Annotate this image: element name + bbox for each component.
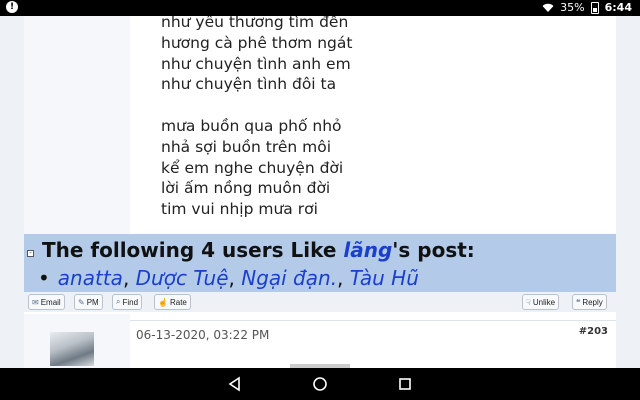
post-author-link[interactable]: lãng bbox=[343, 238, 392, 262]
bullet-icon: • bbox=[38, 266, 50, 290]
poem-line: mưa buồn qua phố nhỏ bbox=[161, 116, 342, 135]
user-link-ngai-dan[interactable]: Ngại đạn. bbox=[241, 266, 337, 290]
battery-icon bbox=[590, 1, 599, 14]
find-button[interactable]: ⌕ Find bbox=[112, 294, 143, 310]
battery-percent: 35% bbox=[560, 1, 585, 14]
poem-line: kể em nghe chuyện đời bbox=[161, 158, 344, 177]
user-link-tau-hu[interactable]: Tàu Hũ bbox=[350, 266, 419, 290]
poem-line: nhả sợi buồn trên môi bbox=[161, 137, 332, 156]
post-author-column bbox=[24, 314, 130, 368]
pm-button[interactable]: ✎ PM bbox=[74, 294, 103, 310]
next-post: 06-13-2020, 03:22 PM #203 bbox=[24, 314, 616, 368]
recent-apps-icon[interactable] bbox=[397, 376, 413, 392]
email-button-label: Email bbox=[40, 297, 61, 307]
poem-line: như chuyện tình đôi ta bbox=[161, 75, 337, 94]
page-margin-left bbox=[0, 16, 24, 368]
navigation-bar bbox=[0, 368, 640, 400]
post-message: như yêu thương tìm đến hương cà phê thơm… bbox=[161, 16, 352, 220]
poem-line: lời ấm nồng muôn đời bbox=[161, 179, 331, 198]
unlike-button[interactable]: ☟ Unlike bbox=[522, 294, 560, 310]
collapse-toggle-icon[interactable]: - bbox=[27, 250, 34, 257]
likes-title: The following 4 users Like lãng's post: bbox=[42, 238, 475, 262]
post-button-row: ✉ Email ✎ PM ⌕ Find ☝ Rate ☟ Unlike ❝ Reply bbox=[24, 292, 616, 312]
clock: 6:44 bbox=[604, 1, 632, 14]
post-header-divider bbox=[130, 320, 616, 321]
thumb-icon: ☝ bbox=[158, 297, 168, 307]
post-body: như yêu thương tìm đến hương cà phê thơm… bbox=[24, 16, 616, 234]
thumb-down-icon: ☟ bbox=[526, 297, 531, 307]
envelope-icon: ✉ bbox=[32, 297, 39, 307]
magnifier-icon: ⌕ bbox=[116, 297, 121, 306]
user-link-anatta[interactable]: anatta bbox=[58, 266, 123, 290]
user-link-duoc-tue[interactable]: Dược Tuệ bbox=[136, 266, 229, 290]
back-icon[interactable] bbox=[227, 376, 243, 392]
email-button[interactable]: ✉ Email bbox=[28, 294, 65, 310]
home-icon[interactable] bbox=[312, 376, 328, 392]
message-icon: ✎ bbox=[78, 297, 85, 307]
post-date: 06-13-2020, 03:22 PM bbox=[136, 328, 270, 342]
unlike-button-label: Unlike bbox=[532, 297, 556, 307]
find-button-label: Find bbox=[122, 297, 139, 307]
status-bar: ! 35% 6:44 bbox=[0, 0, 640, 16]
pm-button-label: PM bbox=[86, 297, 99, 307]
reply-button-label: Reply bbox=[582, 297, 603, 307]
stanza-gap bbox=[161, 95, 352, 116]
forum-page: như yêu thương tìm đến hương cà phê thơm… bbox=[0, 16, 640, 368]
notification-icon: ! bbox=[6, 1, 18, 13]
likes-suffix: 's post: bbox=[392, 238, 475, 262]
post-number-link[interactable]: #203 bbox=[579, 326, 608, 337]
poem-line: như yêu thương tìm đến bbox=[161, 16, 349, 31]
speech-bubble-icon: ❝ bbox=[576, 297, 581, 307]
rate-button-label: Rate bbox=[169, 297, 187, 307]
poem-line: tim vui nhịp mưa rơi bbox=[161, 200, 318, 219]
rate-button[interactable]: ☝ Rate bbox=[154, 294, 191, 310]
reply-button[interactable]: ❝ Reply bbox=[572, 294, 607, 310]
post-author-column bbox=[24, 16, 130, 234]
wifi-icon bbox=[542, 3, 554, 12]
avatar[interactable] bbox=[50, 332, 94, 366]
likes-user-list: • anatta, Dược Tuệ, Ngại đạn., Tàu Hũ bbox=[38, 266, 419, 290]
page-margin-right bbox=[616, 16, 640, 368]
poem-line: như chuyện tình anh em bbox=[161, 54, 351, 73]
likes-prefix: The following 4 users Like bbox=[42, 238, 344, 262]
poem-line: hương cà phê thơm ngát bbox=[161, 33, 353, 52]
